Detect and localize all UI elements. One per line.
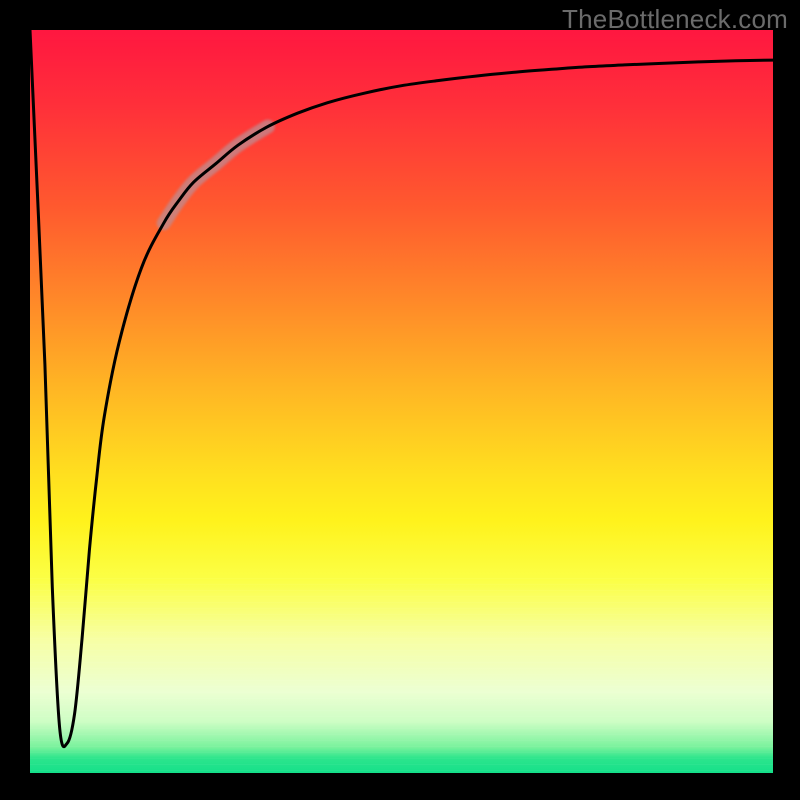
plot-area	[30, 30, 773, 773]
bottleneck-curve	[30, 30, 773, 747]
curve-layer	[30, 30, 773, 773]
curve-highlight	[164, 127, 268, 224]
watermark-text: TheBottleneck.com	[562, 4, 788, 35]
gradient-banding	[30, 573, 773, 773]
chart-frame: TheBottleneck.com	[0, 0, 800, 800]
